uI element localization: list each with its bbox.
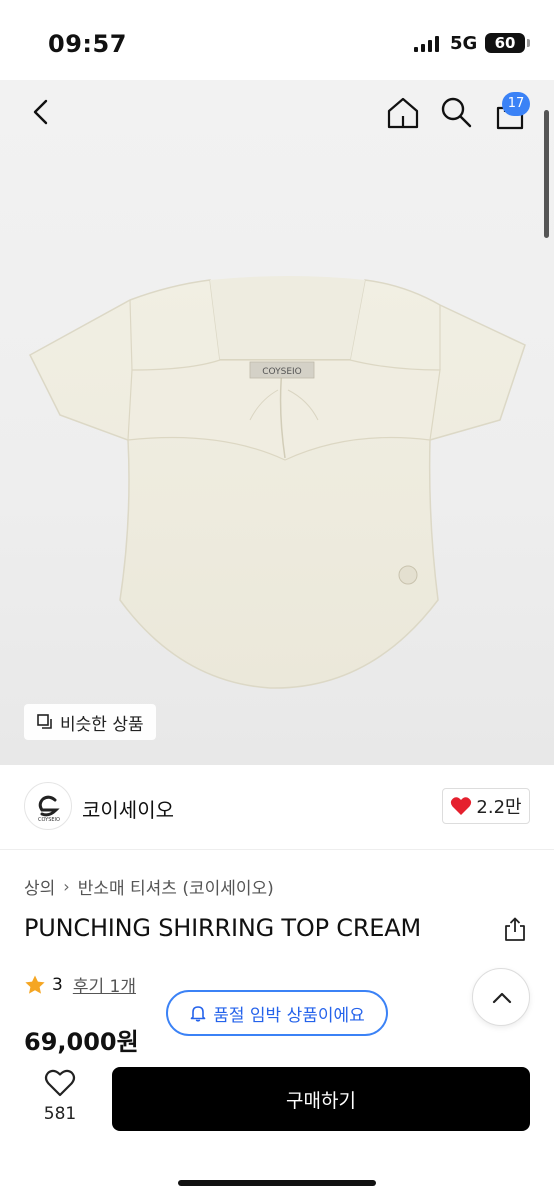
- breadcrumb-item-category[interactable]: 상의: [24, 874, 55, 899]
- product-title: PUNCHING SHIRRING TOP CREAM: [24, 914, 421, 942]
- star-icon: [25, 975, 45, 994]
- low-stock-label: 품절 임박 상품이에요: [213, 1005, 365, 1026]
- brand-label-text: COYSEIO: [262, 367, 302, 377]
- low-stock-notice[interactable]: 품절 임박 상품이에요: [166, 990, 388, 1036]
- heart-outline-icon: [44, 1069, 76, 1097]
- brand-logo-text: COYSEIO: [38, 817, 60, 823]
- brand-like-button[interactable]: 2.2만: [442, 788, 530, 824]
- wishlist-button[interactable]: 581: [32, 1068, 88, 1124]
- home-icon[interactable]: [384, 94, 422, 132]
- product-image[interactable]: COYSEIO: [20, 220, 540, 700]
- wishlist-count: 581: [43, 1104, 77, 1124]
- similar-products-icon: [37, 714, 52, 729]
- rating-value: 3: [52, 974, 63, 995]
- breadcrumb: 상의 › 반소매 티셔츠 (코이세이오): [24, 874, 274, 899]
- heart-icon: [451, 797, 472, 815]
- cart-count-badge: 17: [502, 92, 530, 116]
- brand-like-count: 2.2만: [476, 797, 522, 818]
- rating-row: 3 후기 1개: [24, 972, 136, 997]
- home-indicator: [178, 1180, 376, 1186]
- battery-level: 60: [485, 33, 525, 53]
- bottom-action-bar: 581 구매하기: [0, 1054, 554, 1200]
- buy-button[interactable]: 구매하기: [112, 1067, 530, 1131]
- search-icon[interactable]: [438, 94, 474, 130]
- signal-strength-icon: [414, 36, 442, 52]
- chevron-left-icon[interactable]: [26, 96, 58, 128]
- share-icon[interactable]: [502, 916, 528, 942]
- brand-name[interactable]: 코이세이오: [82, 794, 174, 823]
- review-link[interactable]: 후기 1개: [73, 972, 136, 997]
- status-time: 09:57: [48, 30, 127, 58]
- battery-tip: [527, 39, 530, 47]
- breadcrumb-item-subcategory[interactable]: 반소매 티셔츠 (코이세이오): [78, 874, 274, 899]
- network-type: 5G: [450, 33, 478, 54]
- status-bar: 09:57 5G 60: [0, 0, 554, 80]
- brand-row[interactable]: COYSEIO 코이세이오 2.2만: [0, 766, 554, 850]
- chevron-up-icon: [492, 992, 512, 1004]
- similar-products-label: 비슷한 상품: [60, 714, 144, 735]
- scroll-indicator: [544, 110, 549, 238]
- product-price: 69,000원: [24, 1028, 139, 1056]
- similar-products-button[interactable]: 비슷한 상품: [24, 704, 156, 740]
- scroll-to-top-button[interactable]: [472, 968, 530, 1026]
- brand-logo[interactable]: COYSEIO: [24, 782, 72, 830]
- product-image-area: 17 COYSEIO 비슷한 상품: [0, 80, 554, 765]
- bell-icon: [190, 1006, 206, 1022]
- chevron-right-icon: ›: [63, 877, 70, 896]
